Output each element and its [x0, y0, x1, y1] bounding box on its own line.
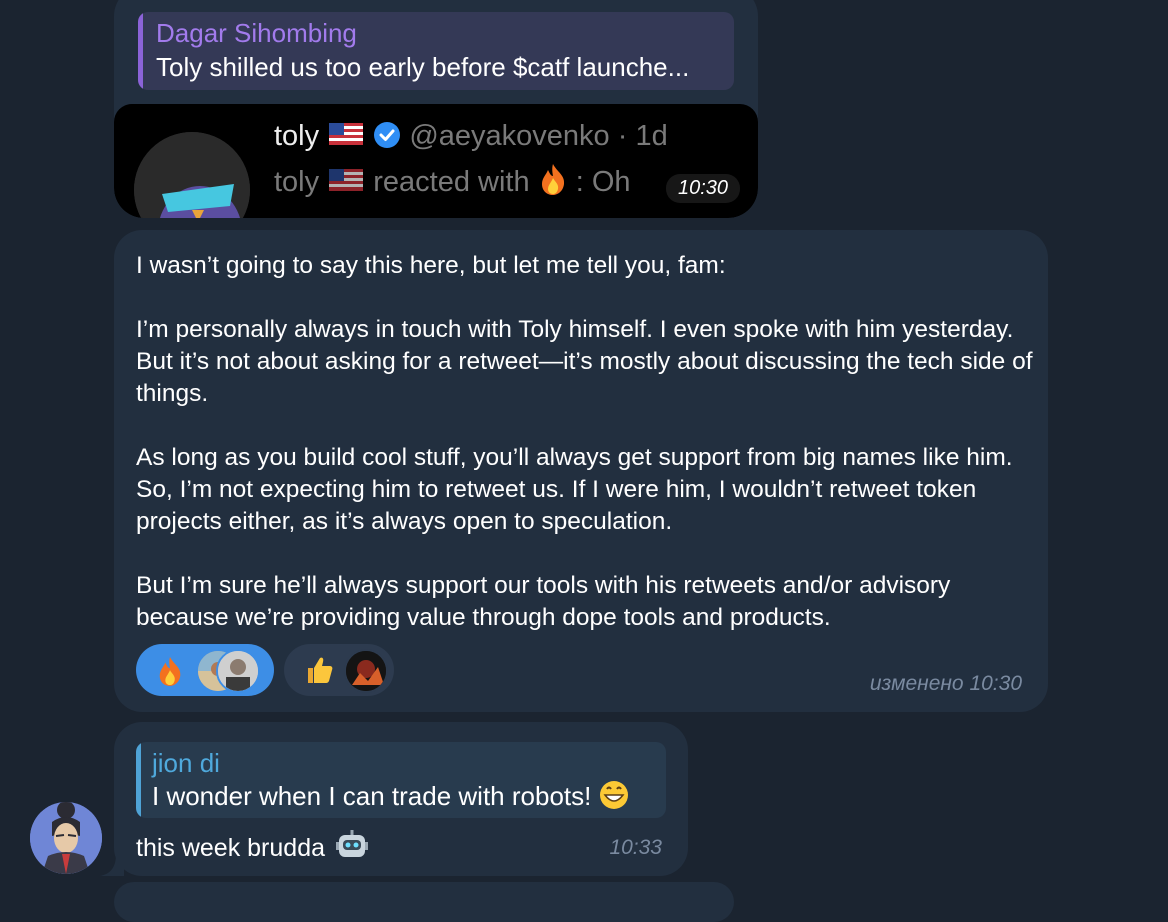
- tweet-body-text-cont: : Oh: [575, 166, 631, 198]
- reactor-avatar: [216, 649, 260, 693]
- reply-quote[interactable]: Dagar Sihombing Toly shilled us too earl…: [138, 12, 734, 90]
- tweet-body-text: reacted with: [373, 166, 530, 198]
- message-time: 10:30: [666, 174, 741, 203]
- fire-icon: [159, 657, 181, 686]
- reply-author: jion di: [152, 748, 220, 778]
- reply-quote-bar: [138, 12, 143, 90]
- tweet-body: toly reacted with : Oh: [274, 162, 631, 199]
- message-text: this week brudda: [136, 834, 326, 862]
- message-bubble-1[interactable]: Dagar Sihombing Toly shilled us too earl…: [114, 0, 758, 218]
- bubble-tail: [100, 854, 124, 876]
- tweet-header: toly @aeyakovenko · 1d: [274, 120, 668, 153]
- grinning-face-icon: [599, 781, 628, 809]
- reply-quote-bar: [136, 742, 141, 818]
- reply-preview-text: I wonder when I can trade with robots!: [152, 781, 592, 811]
- reply-preview-line: I wonder when I can trade with robots!: [152, 780, 629, 812]
- message-bubble-3[interactable]: jion di I wonder when I can trade with r…: [114, 722, 688, 876]
- message-text-line: this week brudda: [136, 830, 368, 863]
- reply-preview-text: Toly shilled us too early before $catf l…: [156, 52, 690, 82]
- edited-time-label: изменено 10:30: [869, 672, 1022, 695]
- message-paragraph: But I’m sure he’ll always support our to…: [136, 572, 951, 631]
- reactor-avatar: [344, 649, 388, 693]
- message-bubble-2[interactable]: I wasn’t going to say this here, but let…: [114, 230, 1048, 712]
- message-paragraph: I’m personally always in touch with Toly…: [136, 316, 1033, 407]
- reply-quote[interactable]: jion di I wonder when I can trade with r…: [136, 742, 666, 818]
- tweet-author-avatar: [134, 132, 250, 218]
- message-paragraph: I wasn’t going to say this here, but let…: [136, 252, 726, 279]
- sender-avatar[interactable]: [30, 802, 102, 874]
- reaction-fire-button[interactable]: [136, 644, 274, 696]
- message-paragraph: As long as you build cool stuff, you’ll …: [136, 444, 1013, 535]
- verified-badge-icon: [374, 122, 401, 148]
- message-bubble-next[interactable]: [114, 882, 734, 922]
- fire-icon: [541, 164, 564, 195]
- tweet-body-name: toly: [274, 166, 320, 198]
- us-flag-icon: [329, 169, 364, 191]
- us-flag-icon: [329, 123, 364, 145]
- robot-icon: [335, 830, 368, 857]
- message-text: I wasn’t going to say this here, but let…: [136, 250, 1036, 634]
- reply-author: Dagar Sihombing: [156, 18, 357, 48]
- reactor-avatars: [344, 649, 404, 693]
- reactor-avatars: [196, 649, 260, 693]
- tweet-author-name: toly: [274, 120, 320, 152]
- message-time: 10:33: [609, 836, 662, 859]
- thumbs-up-icon: [308, 657, 333, 683]
- tweet-preview[interactable]: toly @aeyakovenko · 1d toly reacted with…: [114, 104, 758, 218]
- tweet-handle: @aeyakovenko · 1d: [409, 120, 668, 152]
- reaction-thumbs-up-button[interactable]: [284, 644, 394, 696]
